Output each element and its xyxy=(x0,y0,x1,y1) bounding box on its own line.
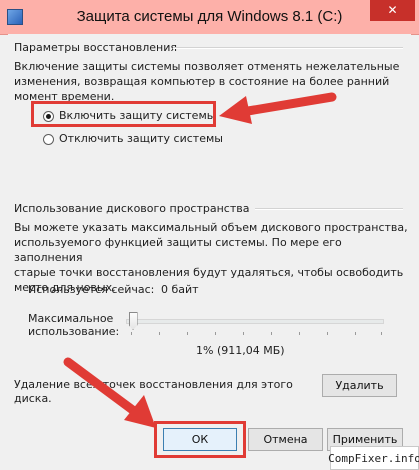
annotation-arrows xyxy=(63,92,337,428)
arrow-to-ok-button xyxy=(63,357,156,428)
arrow-to-enable-option xyxy=(219,92,337,124)
watermark-logo: CompFixer.info xyxy=(328,446,419,470)
